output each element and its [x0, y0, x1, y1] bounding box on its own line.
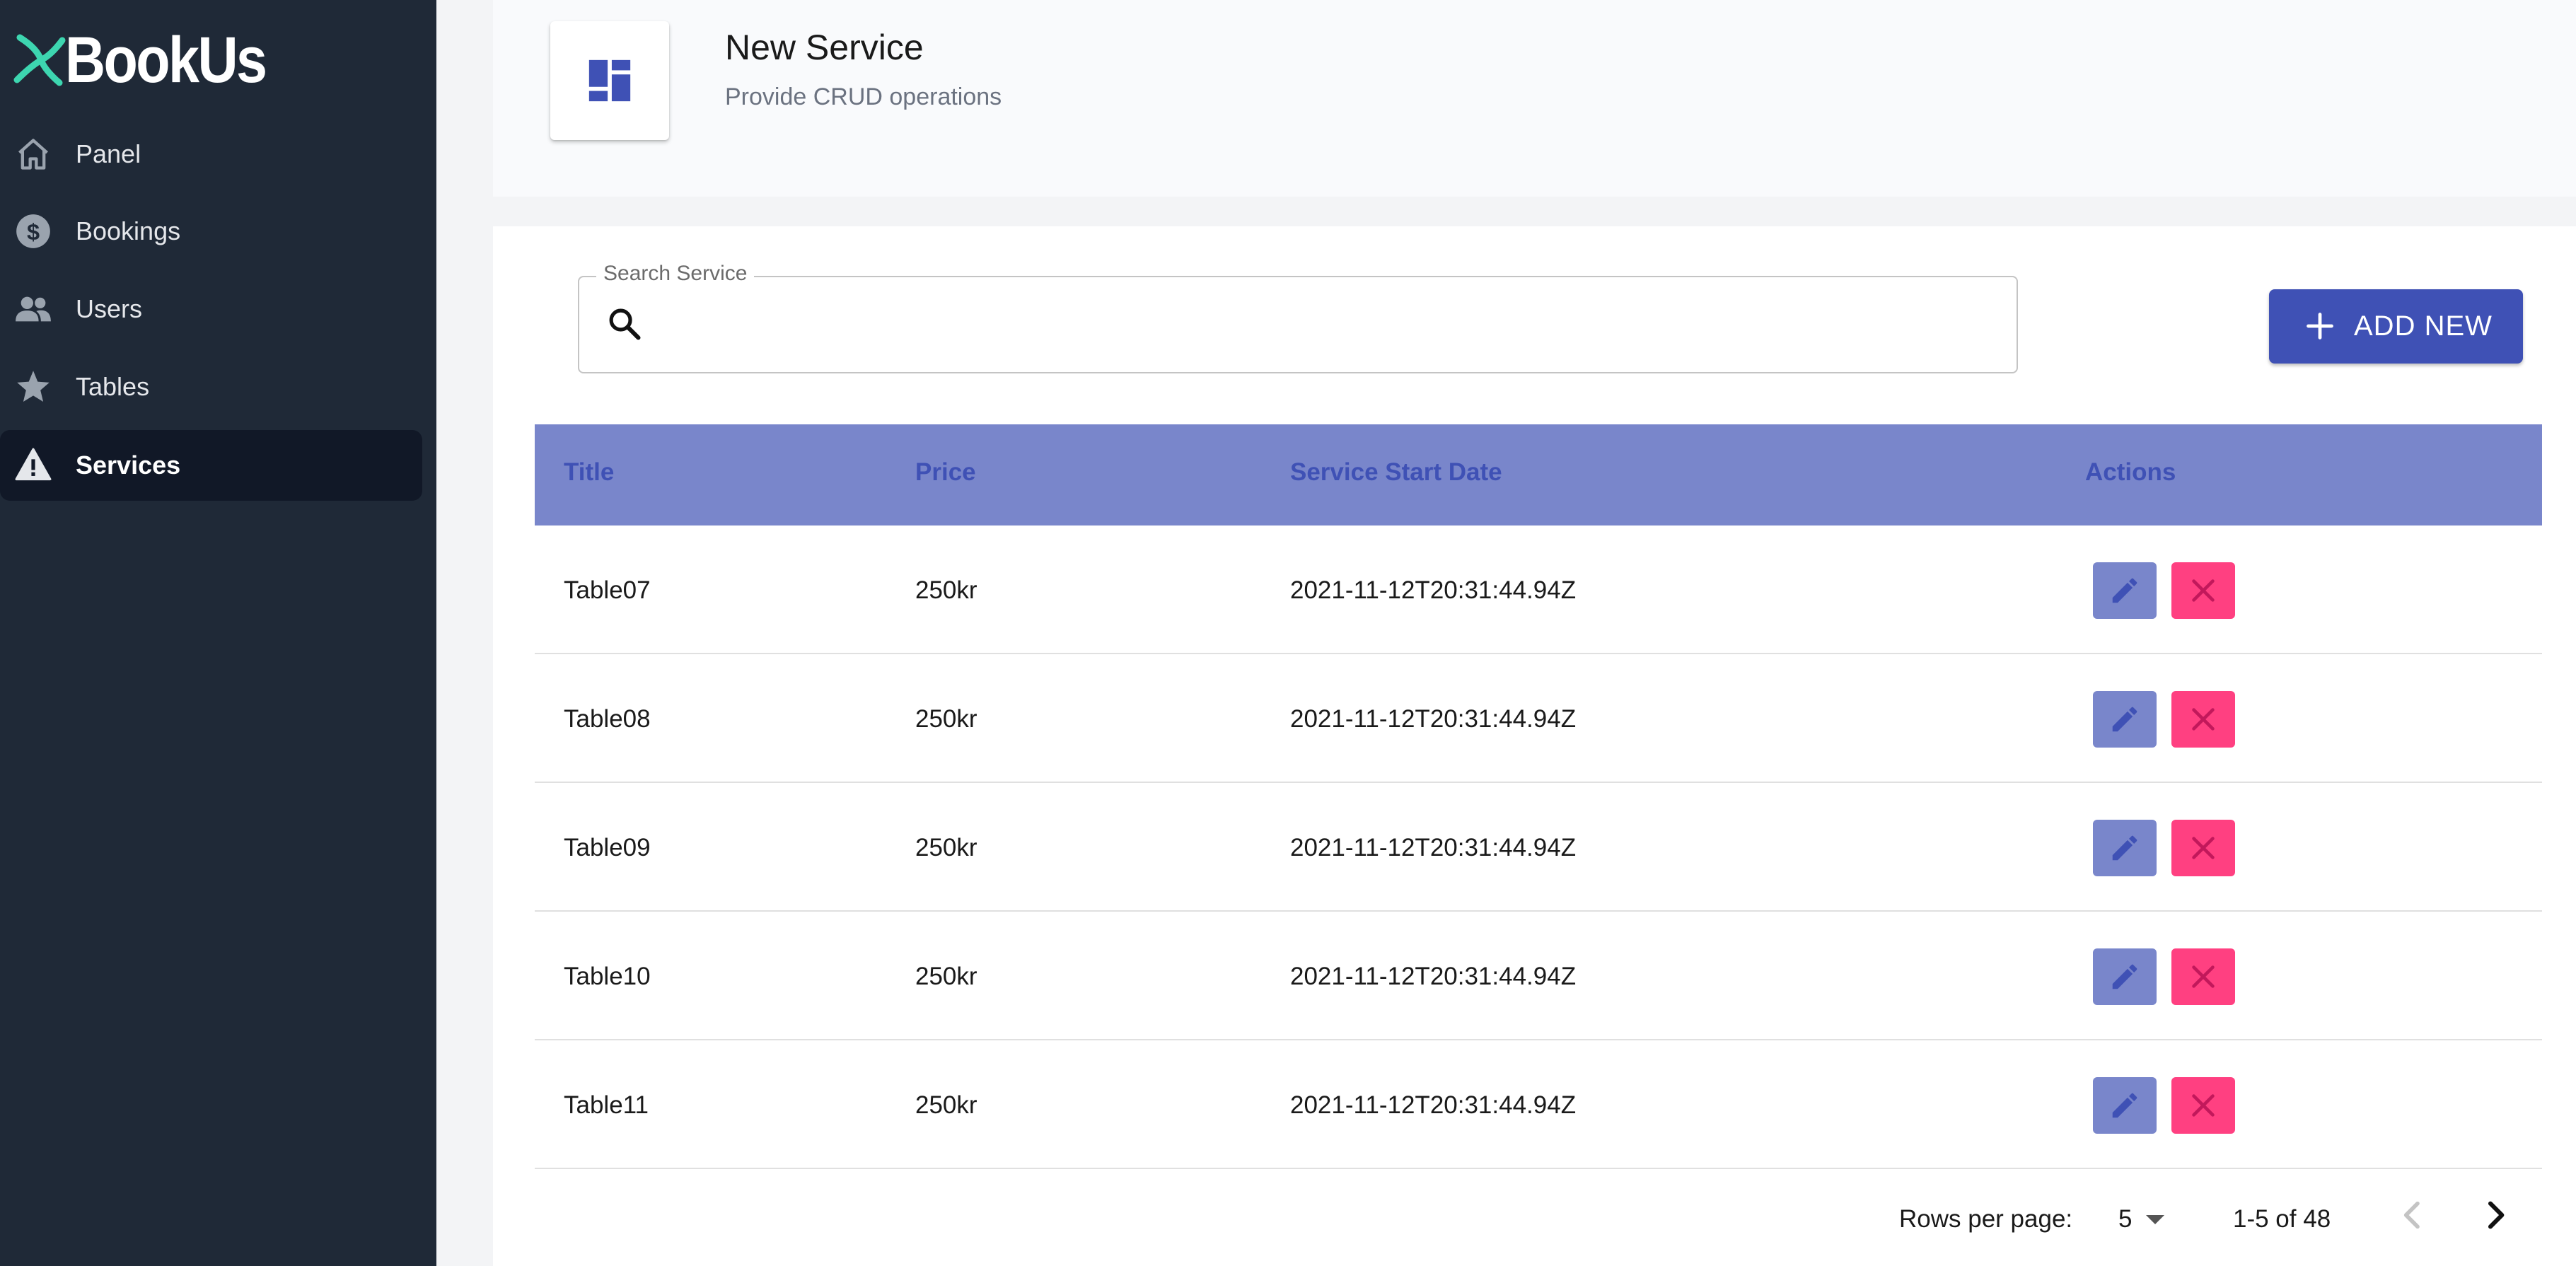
- cell-price: 250kr: [915, 705, 977, 733]
- bookus-logo-icon: [13, 34, 66, 86]
- pencil-icon: [2112, 964, 2137, 989]
- table-row: Table10 250kr 2021-11-12T20:31:44.94Z: [535, 912, 2542, 1040]
- svg-text:$: $: [27, 219, 40, 245]
- plus-icon: [2307, 313, 2333, 339]
- column-header-price[interactable]: Price: [915, 458, 976, 487]
- sidebar-item-label: Panel: [76, 139, 141, 168]
- rows-per-page-value: 5: [2118, 1205, 2133, 1233]
- delete-button[interactable]: [2171, 820, 2235, 876]
- search-icon: [606, 306, 643, 342]
- column-header-start-date[interactable]: Service Start Date: [1290, 458, 1502, 487]
- table-row: Table09 250kr 2021-11-12T20:31:44.94Z: [535, 783, 2542, 912]
- next-page-button[interactable]: [2476, 1195, 2515, 1238]
- edit-button[interactable]: [2093, 820, 2157, 876]
- cell-price: 250kr: [915, 1091, 977, 1119]
- edit-button[interactable]: [2093, 562, 2157, 619]
- table-row: Table07 250kr 2021-11-12T20:31:44.94Z: [535, 525, 2542, 654]
- cell-start-date: 2021-11-12T20:31:44.94Z: [1290, 576, 1577, 604]
- cell-start-date: 2021-11-12T20:31:44.94Z: [1290, 963, 1577, 990]
- sidebar-item-services[interactable]: Services: [0, 430, 422, 501]
- chevron-right-icon: [2488, 1201, 2505, 1229]
- cell-title: Table10: [564, 963, 651, 990]
- cell-title: Table11: [564, 1091, 649, 1119]
- close-icon: [2192, 1094, 2215, 1117]
- star-icon: [14, 368, 52, 406]
- sidebar-item-tables[interactable]: Tables: [0, 352, 422, 422]
- cell-price: 250kr: [915, 963, 977, 990]
- add-new-button[interactable]: ADD NEW: [2269, 289, 2523, 364]
- app-name: BookUs: [65, 23, 267, 96]
- cell-title: Table09: [564, 834, 651, 861]
- close-icon: [2192, 837, 2215, 859]
- close-icon: [2192, 965, 2215, 988]
- cell-price: 250kr: [915, 834, 977, 861]
- delete-button[interactable]: [2171, 948, 2235, 1005]
- search-input[interactable]: [658, 290, 1997, 362]
- chevron-left-icon: [2403, 1201, 2420, 1229]
- sidebar-item-panel[interactable]: Panel: [0, 119, 422, 190]
- pencil-icon: [2112, 1093, 2137, 1118]
- rows-per-page-select[interactable]: 5: [2118, 1202, 2175, 1237]
- close-icon: [2192, 708, 2215, 731]
- add-new-label: ADD NEW: [2354, 310, 2493, 342]
- cell-start-date: 2021-11-12T20:31:44.94Z: [1290, 705, 1577, 733]
- header-icon-box: [550, 21, 669, 140]
- cell-price: 250kr: [915, 576, 977, 604]
- sidebar-item-bookings[interactable]: $ Bookings: [0, 196, 422, 267]
- home-icon: [14, 135, 52, 173]
- search-label: Search Service: [596, 262, 755, 286]
- app-logo[interactable]: BookUs: [10, 21, 298, 99]
- delete-button[interactable]: [2171, 691, 2235, 748]
- page-title: New Service: [725, 28, 924, 67]
- edit-button[interactable]: [2093, 691, 2157, 748]
- dashboard-icon: [588, 59, 631, 102]
- previous-page-button[interactable]: [2393, 1195, 2432, 1238]
- delete-button[interactable]: [2171, 562, 2235, 619]
- delete-button[interactable]: [2171, 1077, 2235, 1134]
- sidebar-item-users[interactable]: Users: [0, 274, 422, 344]
- cell-title: Table08: [564, 705, 651, 733]
- pencil-icon: [2112, 578, 2137, 603]
- sidebar-item-label: Bookings: [76, 216, 181, 245]
- rows-per-page-label: Rows per page:: [1899, 1205, 2073, 1233]
- column-header-title[interactable]: Title: [564, 458, 614, 487]
- cell-start-date: 2021-11-12T20:31:44.94Z: [1290, 1091, 1577, 1119]
- sidebar-item-label: Users: [76, 294, 143, 323]
- users-icon: [14, 290, 52, 328]
- pagination-range: 1-5 of 48: [2233, 1205, 2331, 1233]
- pencil-icon: [2112, 707, 2137, 732]
- sidebar-item-label: Tables: [76, 372, 150, 401]
- warning-icon: [14, 446, 52, 484]
- sidebar-item-label: Services: [76, 451, 181, 480]
- cell-title: Table07: [564, 576, 651, 604]
- sidebar: BookUs Panel $ Bookings Users Tables Ser…: [0, 0, 436, 1266]
- edit-button[interactable]: [2093, 948, 2157, 1005]
- table-header-row: Title Price Service Start Date Actions: [535, 424, 2542, 525]
- close-icon: [2192, 579, 2215, 602]
- table-row: Table11 250kr 2021-11-12T20:31:44.94Z: [535, 1040, 2542, 1169]
- edit-button[interactable]: [2093, 1077, 2157, 1134]
- caret-down-icon: [2146, 1214, 2165, 1224]
- pencil-icon: [2112, 835, 2137, 861]
- column-header-actions: Actions: [2085, 458, 2176, 486]
- dollar-circle-icon: $: [14, 212, 52, 250]
- cell-start-date: 2021-11-12T20:31:44.94Z: [1290, 834, 1577, 861]
- page-subtitle: Provide CRUD operations: [725, 83, 1002, 110]
- table-row: Table08 250kr 2021-11-12T20:31:44.94Z: [535, 654, 2542, 783]
